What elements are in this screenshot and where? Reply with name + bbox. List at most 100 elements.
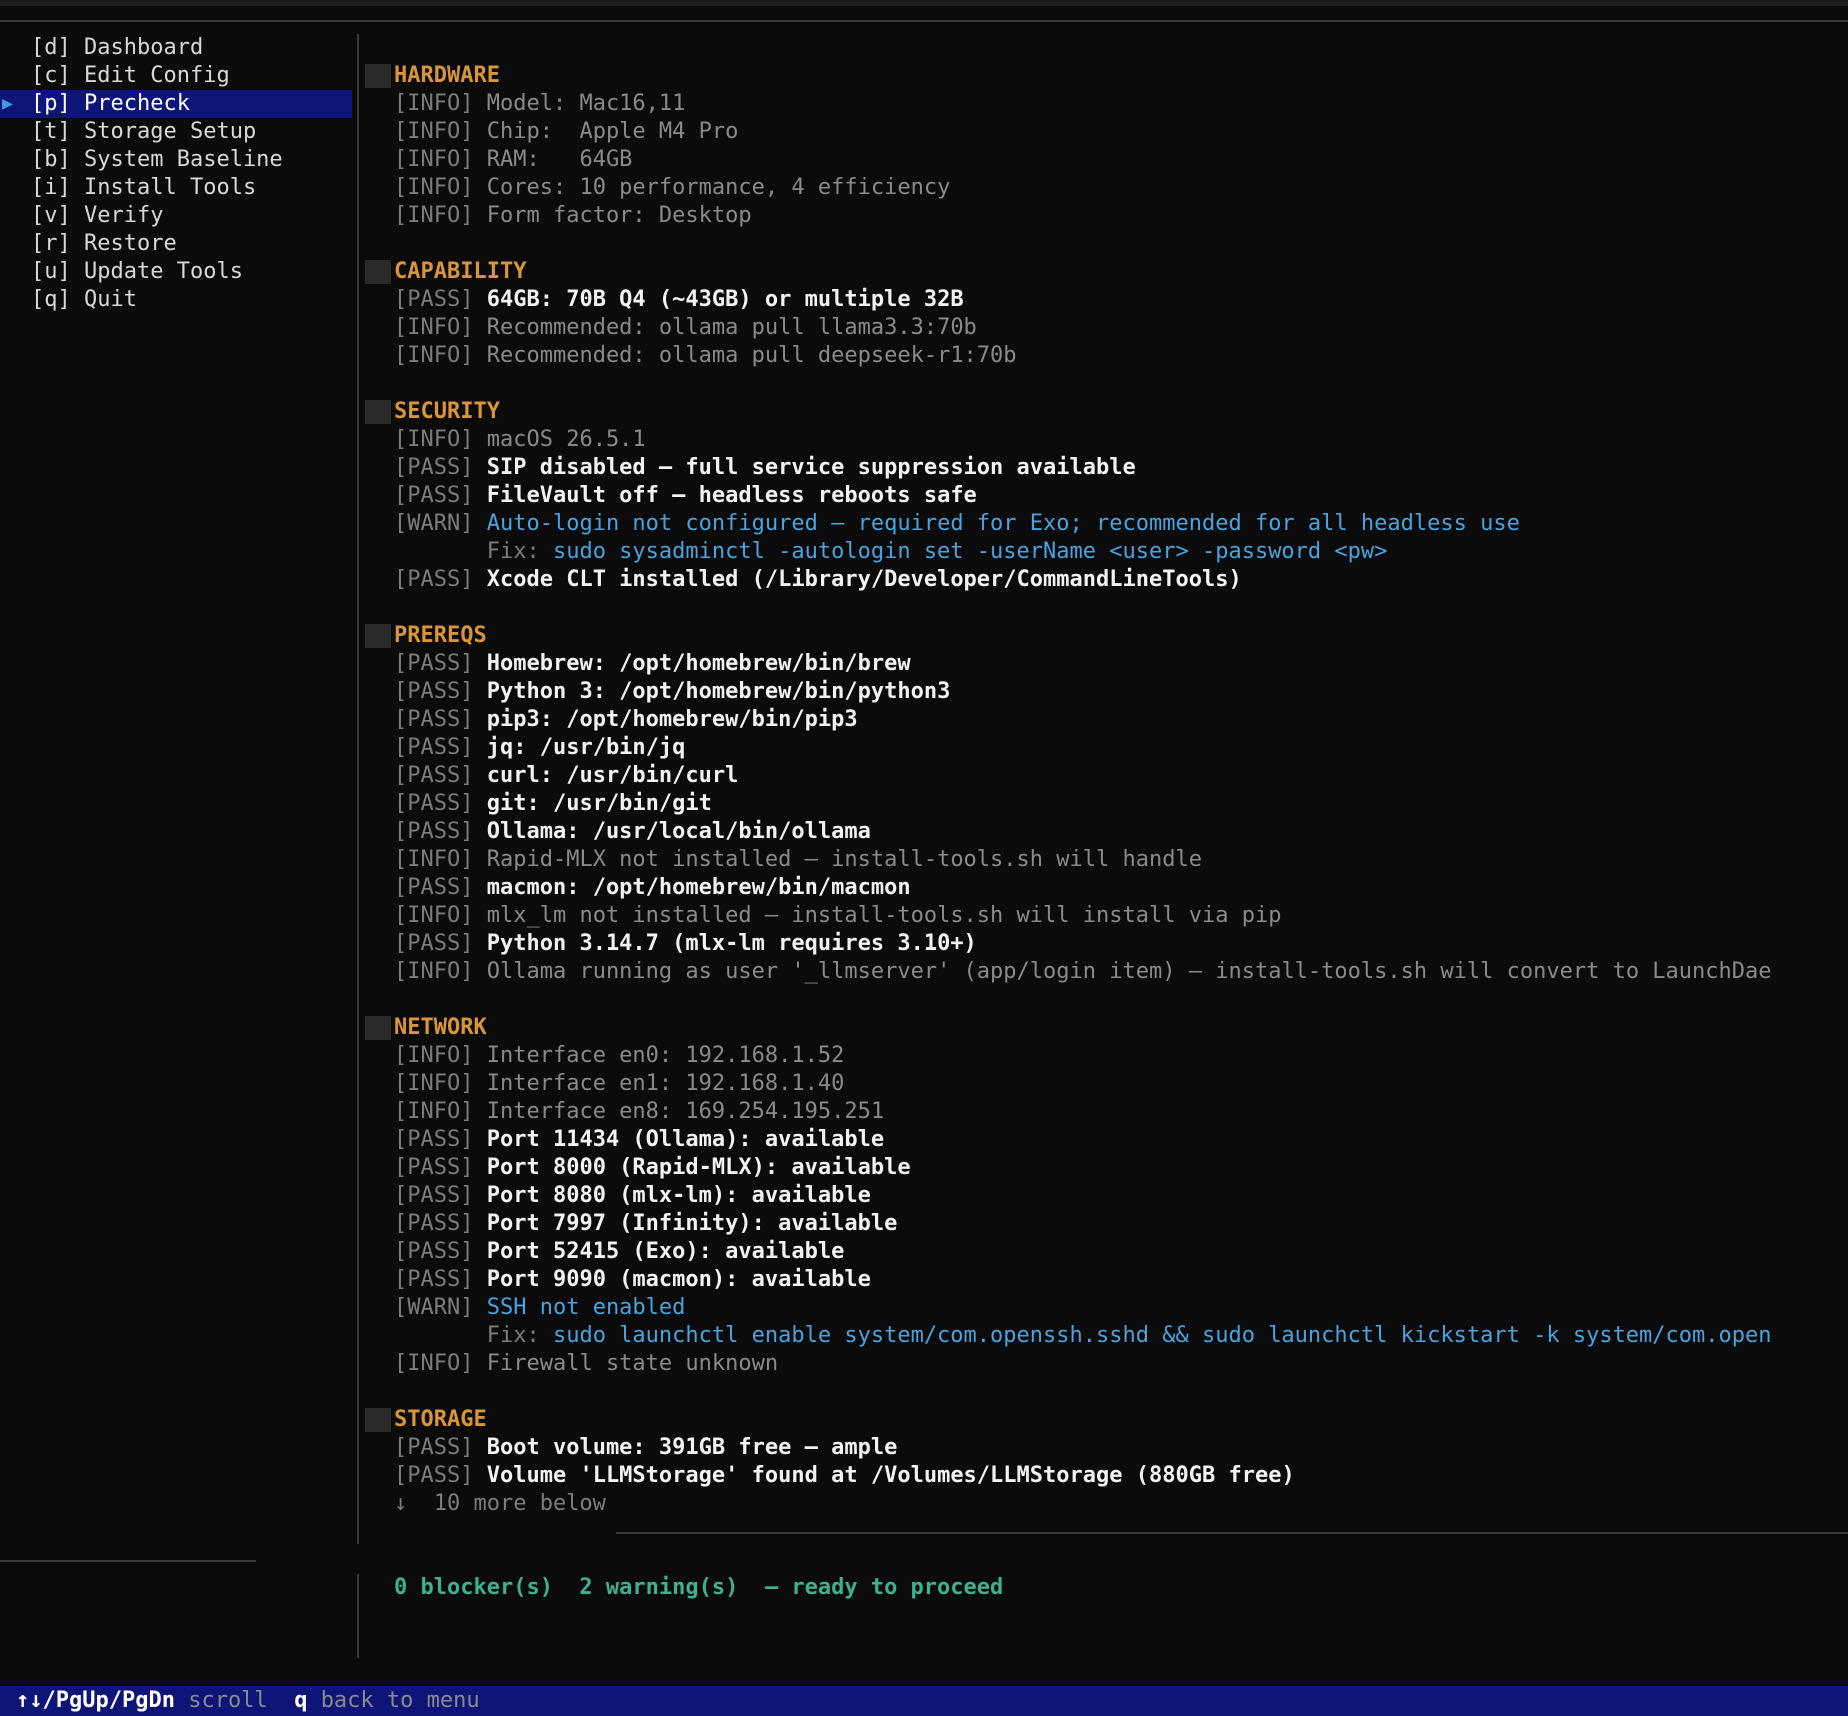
section-header: PREREQS — [365, 622, 1848, 650]
check-line: [INFO] Ollama running as user '_llmserve… — [365, 958, 1848, 986]
check-text: Ollama: /usr/local/bin/ollama — [486, 819, 871, 844]
section-marker-icon — [365, 624, 391, 648]
precheck-output[interactable]: HARDWARE [INFO] Model: Mac16,11 [INFO] Chi… — [365, 62, 1848, 1518]
sidebar-item-key: [v] — [31, 203, 71, 228]
sidebar-item-dashboard[interactable]: [d] Dashboard — [0, 34, 352, 62]
sidebar-item-precheck[interactable]: ▶ [p] Precheck — [0, 90, 352, 118]
sidebar-item-label: Quit — [84, 287, 137, 312]
check-line: [INFO] Form factor: Desktop — [365, 202, 1848, 230]
section-marker-icon — [365, 1408, 391, 1432]
status-tag: [INFO] — [394, 203, 474, 228]
back-hint: back to menu — [320, 1688, 480, 1713]
status-tag: [PASS] — [394, 455, 474, 480]
section-marker-icon — [365, 64, 391, 88]
check-line: [PASS] Port 7997 (Infinity): available — [365, 1210, 1848, 1238]
section-title: NETWORK — [394, 1015, 487, 1040]
section-title: HARDWARE — [394, 63, 500, 88]
check-text: Interface en0: 192.168.1.52 — [486, 1043, 845, 1068]
check-text: Chip: Apple M4 Pro — [486, 119, 739, 144]
status-tag: [PASS] — [394, 1463, 474, 1488]
check-text: Port 11434 (Ollama): available — [486, 1127, 885, 1152]
section-header: CAPABILITY — [365, 258, 1848, 286]
check-text: SIP disabled — full service suppression … — [486, 455, 1136, 480]
sidebar-item-edit-config[interactable]: [c] Edit Config — [0, 62, 352, 90]
status-tag: [PASS] — [394, 1211, 474, 1236]
check-text: Model: Mac16,11 — [486, 91, 686, 116]
check-line: [PASS] Python 3.14.7 (mlx-lm requires 3.… — [365, 930, 1848, 958]
content-bottom-rule — [616, 1532, 1848, 1534]
check-text: pip3: /opt/homebrew/bin/pip3 — [486, 707, 858, 732]
sidebar-item-system-baseline[interactable]: [b] System Baseline — [0, 146, 352, 174]
section-title: SECURITY — [394, 399, 500, 424]
check-text: Recommended: ollama pull deepseek-r1:70b — [486, 343, 1017, 368]
check-line: [INFO] RAM: 64GB — [365, 146, 1848, 174]
sidebar-item-key: [t] — [31, 119, 71, 144]
check-line: [PASS] Port 8000 (Rapid-MLX): available — [365, 1154, 1848, 1182]
status-tag: [INFO] — [394, 1099, 474, 1124]
sidebar-menu: [d] Dashboard [c] Edit Config ▶ [p] Prechec… — [0, 34, 352, 314]
status-tag: [PASS] — [394, 567, 474, 592]
check-line: [WARN] Auto-login not configured — requi… — [365, 510, 1848, 538]
status-tag: [PASS] — [394, 1435, 474, 1460]
check-text: Interface en1: 192.168.1.40 — [486, 1071, 845, 1096]
check-line: [PASS] Port 11434 (Ollama): available — [365, 1126, 1848, 1154]
sidebar-item-storage-setup[interactable]: [t] Storage Setup — [0, 118, 352, 146]
check-line: [PASS] Python 3: /opt/homebrew/bin/pytho… — [365, 678, 1848, 706]
sidebar-item-label: Edit Config — [84, 63, 230, 88]
sidebar-item-quit[interactable]: [q] Quit — [0, 286, 352, 314]
check-line: [INFO] Cores: 10 performance, 4 efficien… — [365, 174, 1848, 202]
check-text: Port 8000 (Rapid-MLX): available — [486, 1155, 911, 1180]
status-tag: [PASS] — [394, 931, 474, 956]
sidebar-bottom-rule — [0, 1560, 256, 1562]
back-key[interactable]: q — [294, 1688, 307, 1713]
status-tag: [PASS] — [394, 1155, 474, 1180]
vertical-divider — [357, 34, 359, 1544]
sidebar-item-verify[interactable]: [v] Verify — [0, 202, 352, 230]
sidebar-item-label: Restore — [84, 231, 177, 256]
status-tag: [PASS] — [394, 819, 474, 844]
status-tag: [INFO] — [394, 1071, 474, 1096]
check-text: Firewall state unknown — [486, 1351, 779, 1376]
sidebar-item-update-tools[interactable]: [u] Update Tools — [0, 258, 352, 286]
sidebar-item-key: [c] — [31, 63, 71, 88]
fix-label: Fix: — [486, 539, 540, 564]
status-tag: [INFO] — [394, 427, 474, 452]
sidebar-item-key: [r] — [31, 231, 71, 256]
check-line: [PASS] Homebrew: /opt/homebrew/bin/brew — [365, 650, 1848, 678]
sidebar-item-restore[interactable]: [r] Restore — [0, 230, 352, 258]
sidebar-item-key: [q] — [31, 287, 71, 312]
status-tag: [WARN] — [394, 1295, 474, 1320]
status-tag: [PASS] — [394, 875, 474, 900]
sidebar-item-key: [p] — [31, 91, 71, 116]
section-header: STORAGE — [365, 1406, 1848, 1434]
status-tag: [INFO] — [394, 315, 474, 340]
section-marker-icon — [365, 1016, 391, 1040]
section-title: STORAGE — [394, 1407, 487, 1432]
check-line: [PASS] Ollama: /usr/local/bin/ollama — [365, 818, 1848, 846]
status-tag: [PASS] — [394, 791, 474, 816]
check-text: Homebrew: /opt/homebrew/bin/brew — [486, 651, 911, 676]
more-below-indicator: ↓ 10 more below — [394, 1491, 606, 1516]
section-header: NETWORK — [365, 1014, 1848, 1042]
status-tag: [WARN] — [394, 511, 474, 536]
status-tag: [PASS] — [394, 735, 474, 760]
check-text: Form factor: Desktop — [486, 203, 752, 228]
check-line: [PASS] Boot volume: 391GB free — ample — [365, 1434, 1848, 1462]
sidebar-item-label: System Baseline — [84, 147, 283, 172]
check-line: [INFO] Chip: Apple M4 Pro — [365, 118, 1848, 146]
sidebar-item-key: [b] — [31, 147, 71, 172]
check-line: [INFO] Interface en0: 192.168.1.52 — [365, 1042, 1848, 1070]
check-text: git: /usr/bin/git — [486, 791, 712, 816]
check-line: [INFO] Rapid-MLX not installed — install… — [365, 846, 1848, 874]
sidebar-item-install-tools[interactable]: [i] Install Tools — [0, 174, 352, 202]
summary-line: 0 blocker(s) 2 warning(s) — ready to pro… — [394, 1575, 1004, 1600]
status-tag: [PASS] — [394, 679, 474, 704]
sidebar-item-label: Verify — [84, 203, 164, 228]
check-text: Port 7997 (Infinity): available — [486, 1211, 898, 1236]
status-tag: [INFO] — [394, 147, 474, 172]
fix-command: sudo sysadminctl -autologin set -userNam… — [552, 539, 1388, 564]
status-tag: [PASS] — [394, 483, 474, 508]
section-header: SECURITY — [365, 398, 1848, 426]
